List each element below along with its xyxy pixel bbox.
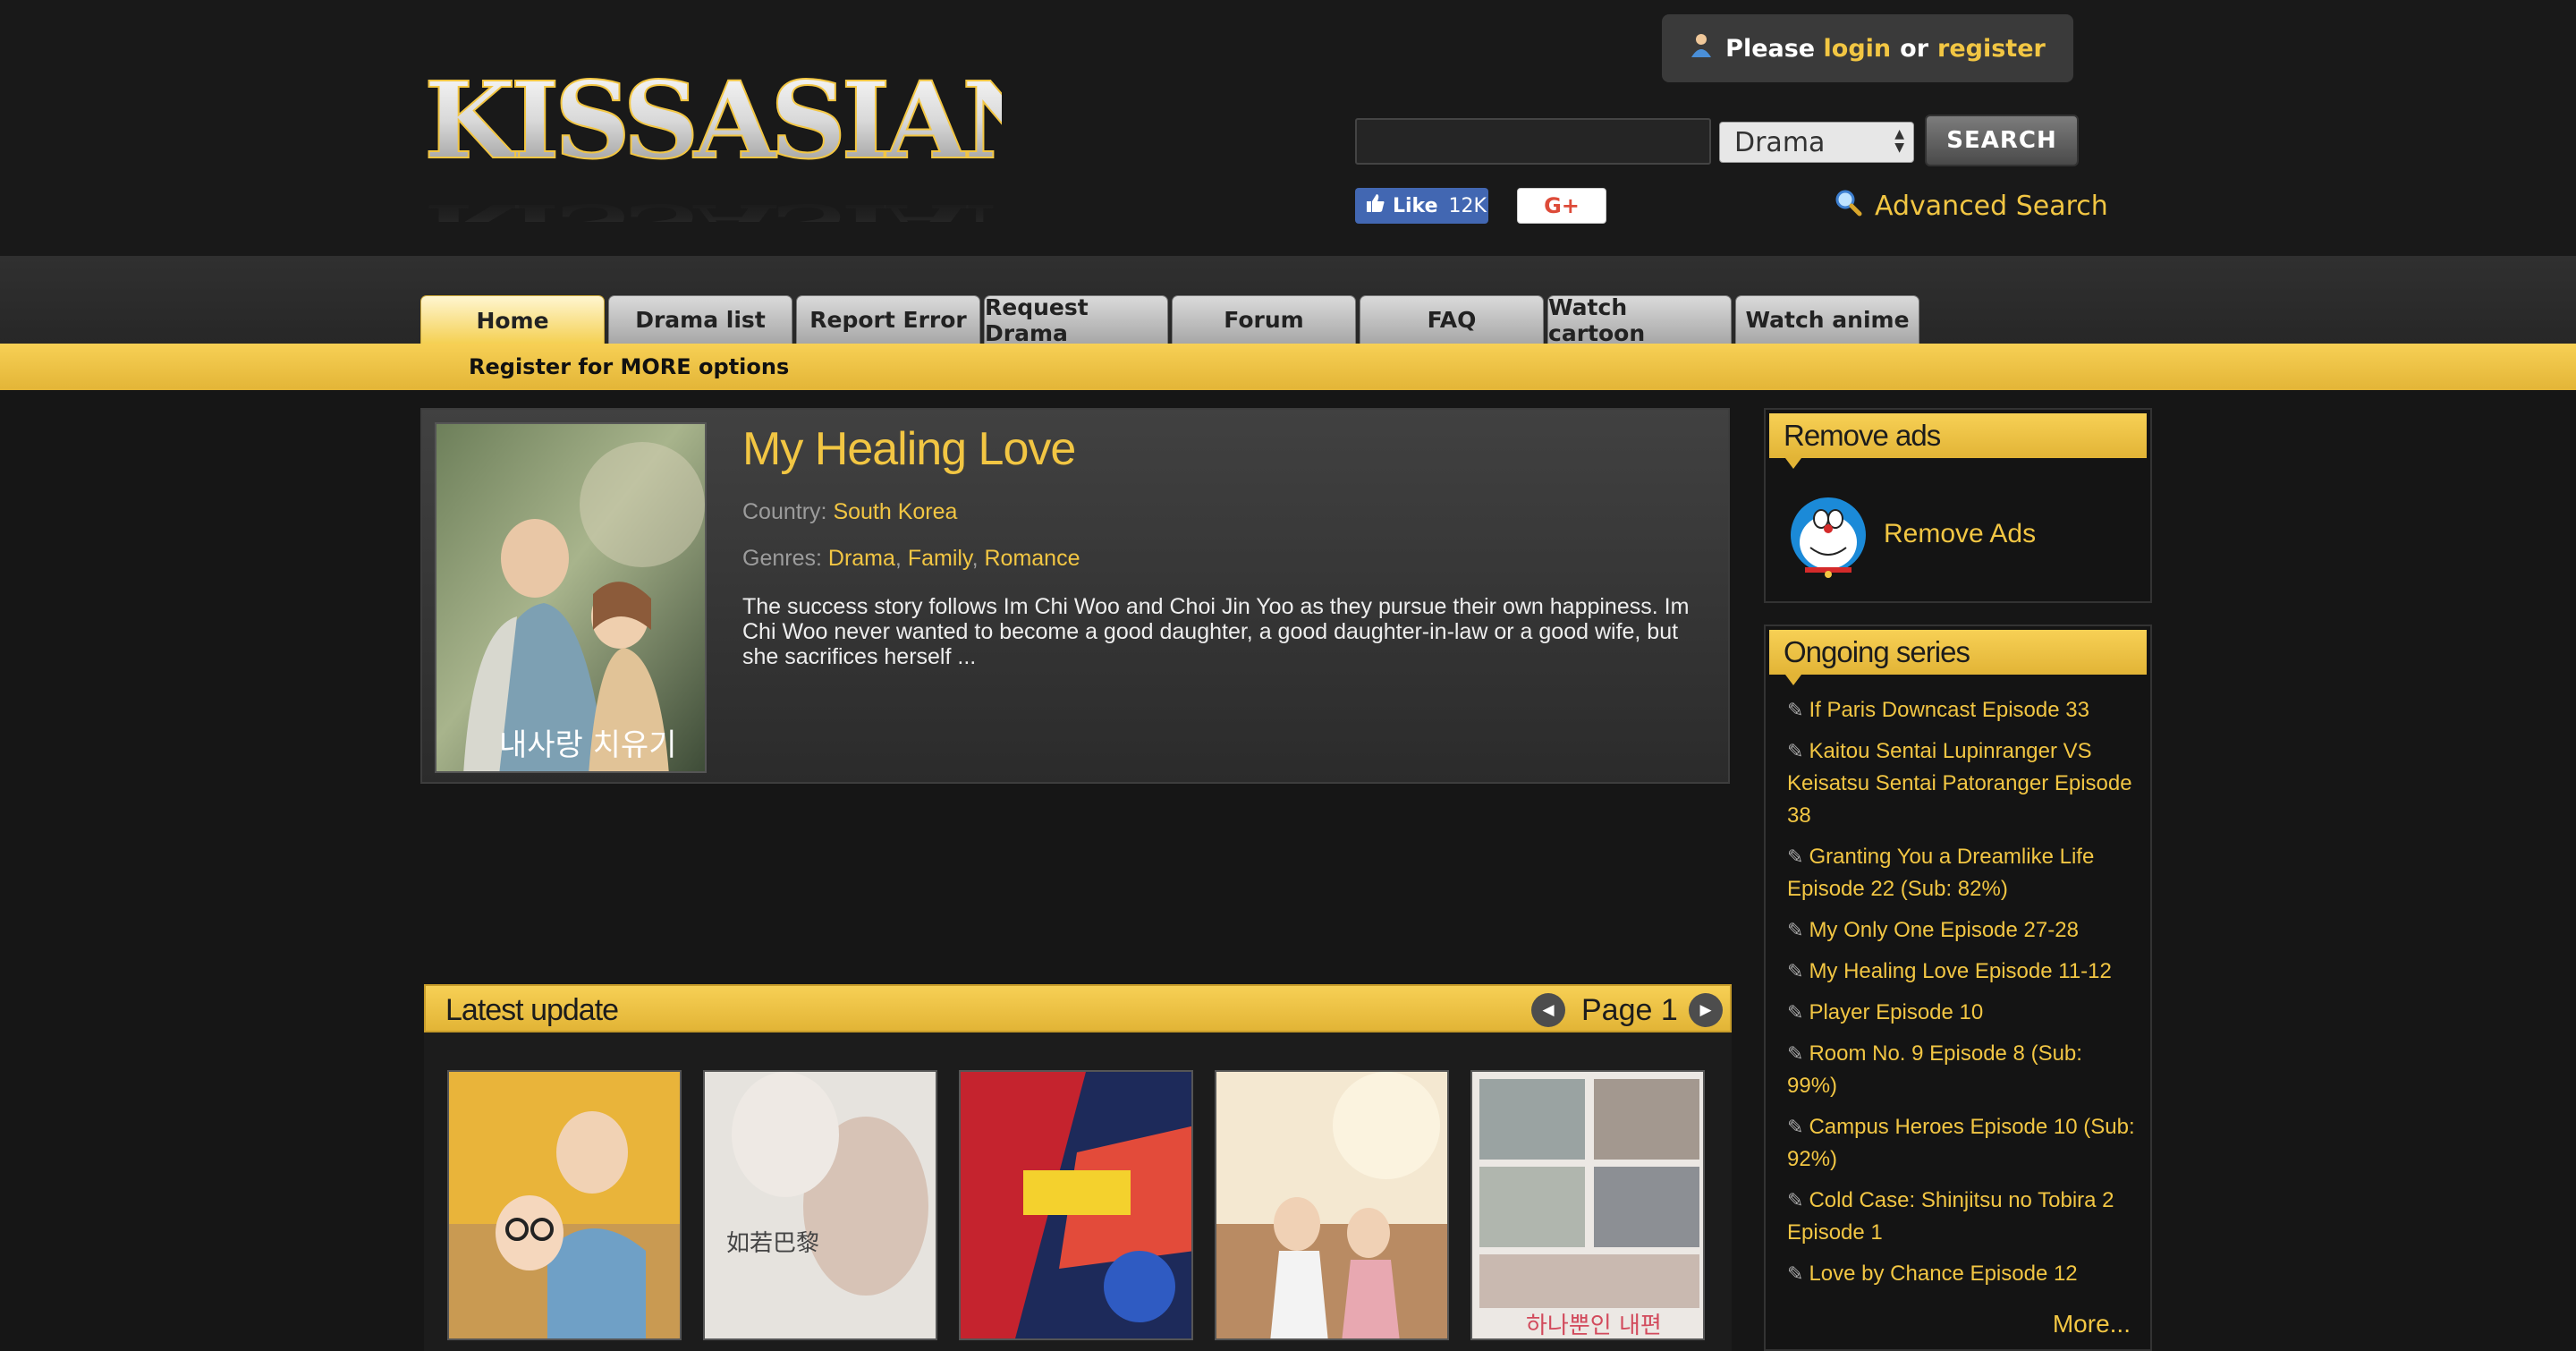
google-plus-button[interactable]: G+ xyxy=(1517,188,1606,224)
tab-forum[interactable]: Forum xyxy=(1172,295,1356,344)
tab-drama-list[interactable]: Drama list xyxy=(608,295,792,344)
list-item[interactable]: ✎ My Healing Love Episode 11-12 xyxy=(1787,956,2138,988)
tab-report-error[interactable]: Report Error xyxy=(796,295,980,344)
paperclip-icon: ✎ xyxy=(1787,1042,1804,1065)
tab-watch-cartoon[interactable]: Watch cartoon xyxy=(1547,294,1732,346)
nav-tabs: Home Drama list Report Error Request Dra… xyxy=(420,294,1923,346)
country-label: Country: xyxy=(742,499,827,524)
ongoing-series-box: Ongoing series ✎ If Paris Downcast Episod… xyxy=(1764,625,2152,1351)
ongoing-series-title: Ongoing series xyxy=(1784,635,1970,668)
list-item[interactable]: ✎ Campus Heroes Episode 10 (Sub: 92%) xyxy=(1787,1111,2138,1176)
latest-update-header: Latest update ◀ Page 1 ▶ xyxy=(424,984,1732,1045)
ongoing-series-list: ✎ If Paris Downcast Episode 33 ✎ Kaitou Se… xyxy=(1766,678,2150,1290)
featured-drama: 내사랑 치유기 My Healing Love Country: South K… xyxy=(420,408,1730,784)
page-label: Page 1 xyxy=(1581,993,1678,1027)
genre-link[interactable]: Romance xyxy=(984,546,1080,571)
search-type-select[interactable]: Drama ▲ ▼ xyxy=(1719,122,1914,163)
genre-link[interactable]: Family xyxy=(908,546,972,571)
tab-request-drama[interactable]: Request Drama xyxy=(984,294,1168,346)
doraemon-icon[interactable] xyxy=(1787,496,1869,578)
register-options-link[interactable]: Register for MORE options xyxy=(469,354,789,379)
site-logo[interactable]: KISSASIAN KISSASIAN xyxy=(420,52,1002,222)
latest-thumb[interactable] xyxy=(1215,1070,1449,1340)
latest-thumb[interactable] xyxy=(959,1070,1193,1340)
latest-update-title: Latest update xyxy=(445,993,619,1027)
advanced-search-link[interactable]: Advanced Search xyxy=(1834,186,2108,225)
remove-ads-header: Remove ads xyxy=(1769,413,2147,469)
login-box: Please login or register xyxy=(1662,14,2073,82)
genres-label: Genres: xyxy=(742,546,822,571)
remove-ads-box: Remove ads Remove Ads xyxy=(1764,408,2152,603)
paperclip-icon: ✎ xyxy=(1787,845,1804,868)
site-header: KISSASIAN KISSASIAN Please login or regi… xyxy=(0,0,2576,256)
remove-ads-link[interactable]: Remove Ads xyxy=(1884,519,2036,549)
search-input[interactable] xyxy=(1355,118,1711,165)
login-prefix: Please xyxy=(1725,34,1816,63)
featured-country-line: Country: South Korea xyxy=(742,499,957,525)
facebook-like-label: Like xyxy=(1393,194,1438,217)
paperclip-icon: ✎ xyxy=(1787,919,1804,941)
next-page-icon[interactable]: ▶ xyxy=(1689,993,1723,1027)
ongoing-series-header: Ongoing series xyxy=(1769,630,2147,685)
sub-nav-bar: Register for MORE options xyxy=(0,344,2576,390)
user-icon xyxy=(1690,32,1713,65)
svg-text:하나뿐인 내편: 하나뿐인 내편 xyxy=(1526,1313,1662,1339)
list-item[interactable]: ✎ If Paris Downcast Episode 33 xyxy=(1787,694,2138,726)
list-item[interactable]: ✎ Love by Chance Episode 12 xyxy=(1787,1258,2138,1290)
latest-thumb[interactable] xyxy=(447,1070,682,1340)
svg-text:KISSASIAN: KISSASIAN xyxy=(424,191,1002,222)
register-link[interactable]: register xyxy=(1937,35,2046,63)
list-item[interactable]: ✎ Player Episode 10 xyxy=(1787,997,2138,1029)
svg-text:如若巴黎: 如若巴黎 xyxy=(726,1230,819,1257)
prev-page-icon[interactable]: ◀ xyxy=(1531,993,1565,1027)
thumbs-up-icon xyxy=(1366,193,1385,218)
search-type-value: Drama xyxy=(1734,126,1826,158)
facebook-like-button[interactable]: Like 12K xyxy=(1355,188,1488,224)
paperclip-icon: ✎ xyxy=(1787,740,1804,762)
list-item[interactable]: ✎ Kaitou Sentai Lupinranger VS Keisatsu S… xyxy=(1787,735,2138,832)
advanced-search-label: Advanced Search xyxy=(1875,190,2108,222)
latest-thumb[interactable]: 如若巴黎 xyxy=(703,1070,937,1340)
svg-text:내사랑 치유기: 내사랑 치유기 xyxy=(499,727,677,763)
search-button[interactable]: SEARCH xyxy=(1925,115,2079,166)
paperclip-icon: ✎ xyxy=(1787,699,1804,721)
list-item[interactable]: ✎ Cold Case: Shinjitsu no Tobira 2 Episod… xyxy=(1787,1185,2138,1249)
featured-title[interactable]: My Healing Love xyxy=(742,422,1076,476)
facebook-like-count: 12K xyxy=(1448,194,1487,217)
login-link[interactable]: login xyxy=(1824,35,1892,63)
country-link[interactable]: South Korea xyxy=(833,499,957,524)
login-or: or xyxy=(1900,34,1929,63)
list-item[interactable]: ✎ Room No. 9 Episode 8 (Sub: 99%) xyxy=(1787,1038,2138,1102)
paperclip-icon: ✎ xyxy=(1787,1116,1804,1138)
latest-update-list: 如若巴黎 하나뿐인 내편 xyxy=(424,1032,1732,1351)
tab-faq[interactable]: FAQ xyxy=(1360,295,1544,344)
list-item[interactable]: ✎ My Only One Episode 27-28 xyxy=(1787,914,2138,947)
featured-poster[interactable]: 내사랑 치유기 xyxy=(435,422,707,773)
list-item[interactable]: ✎ Granting You a Dreamlike Life Episode 2… xyxy=(1787,841,2138,905)
more-link[interactable]: More... xyxy=(2053,1310,2131,1338)
paperclip-icon: ✎ xyxy=(1787,960,1804,982)
remove-ads-title: Remove ads xyxy=(1784,419,1941,452)
select-arrows-icon: ▲ ▼ xyxy=(1894,127,1904,155)
tab-home[interactable]: Home xyxy=(420,295,605,345)
tab-watch-anime[interactable]: Watch anime xyxy=(1735,295,1919,344)
svg-text:KISSASIAN: KISSASIAN xyxy=(424,58,1002,183)
magnifier-icon xyxy=(1834,188,1862,224)
paperclip-icon: ✎ xyxy=(1787,1262,1804,1285)
genre-link[interactable]: Drama xyxy=(828,546,895,571)
latest-thumb[interactable]: 하나뿐인 내편 xyxy=(1470,1070,1705,1340)
featured-description: The success story follows Im Chi Woo and… xyxy=(742,594,1690,669)
featured-genres-line: Genres: Drama, Family, Romance xyxy=(742,546,1080,571)
paperclip-icon: ✎ xyxy=(1787,1001,1804,1024)
paperclip-icon: ✎ xyxy=(1787,1189,1804,1211)
